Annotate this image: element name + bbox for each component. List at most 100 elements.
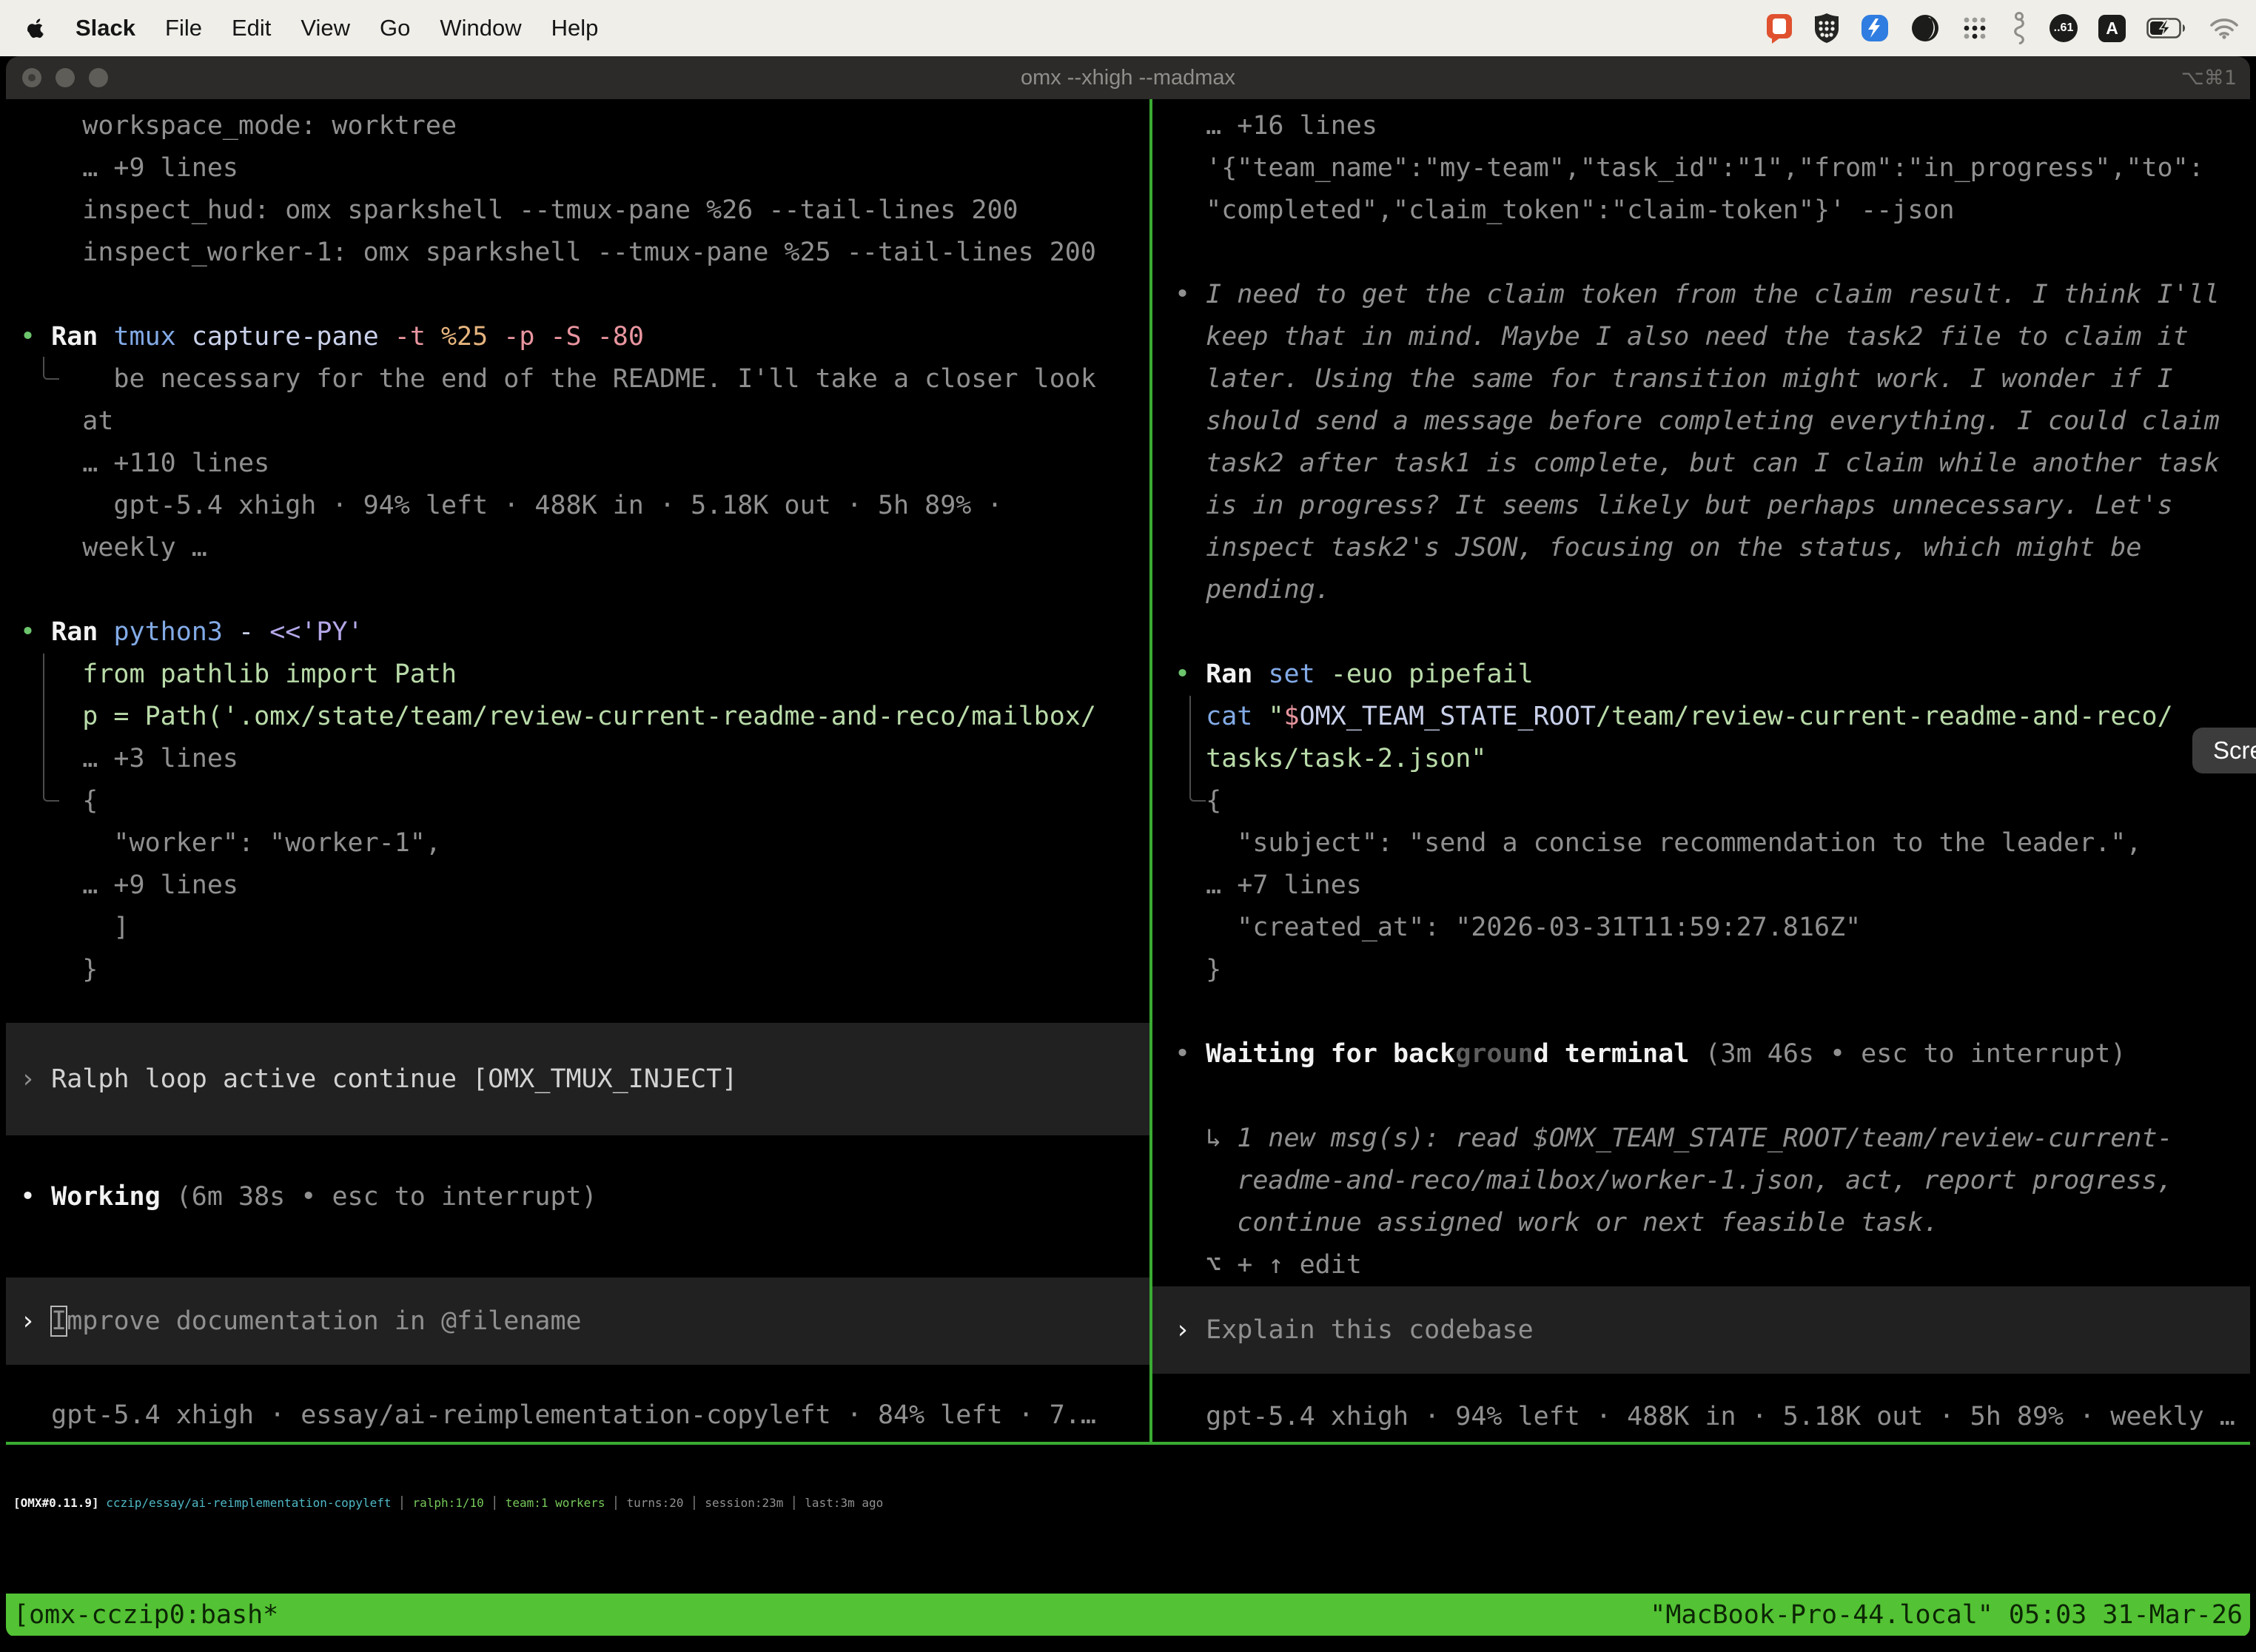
battery-icon[interactable] xyxy=(2146,18,2188,38)
terminal-line: { xyxy=(6,780,1149,822)
terminal-line: • Waiting for background terminal (3m 46… xyxy=(1152,1033,2250,1075)
prompt-input[interactable]: › Explain this codebase xyxy=(1152,1286,2250,1374)
output-connector xyxy=(1189,738,1191,780)
window-title: omx --xhigh --madmax xyxy=(1021,66,1235,90)
terminal-line: gpt-5.4 xhigh · 94% left · 488K in · 5.1… xyxy=(1152,1396,2250,1438)
window-titlebar[interactable]: omx --xhigh --madmax ⌥⌘1 xyxy=(6,56,2250,99)
terminal-line: inspect_hud: omx sparkshell --tmux-pane … xyxy=(6,189,1149,232)
terminal-line: … +16 lines xyxy=(1152,105,2250,147)
terminal-line: be necessary for the end of the README. … xyxy=(6,358,1149,400)
terminal-line: … +9 lines xyxy=(6,147,1149,189)
menu-file[interactable]: File xyxy=(165,15,202,41)
terminal-line: pending. xyxy=(1152,569,2250,611)
terminal-line: is in progress? It seems likely but perh… xyxy=(1152,485,2250,527)
terminal-line: • I need to get the claim token from the… xyxy=(1152,274,2250,316)
output-connector xyxy=(1189,696,1191,738)
menu-edit[interactable]: Edit xyxy=(232,15,271,41)
terminal-line: ⌥ + ↑ edit xyxy=(1152,1244,2250,1286)
terminal-line: inspect_worker-1: omx sparkshell --tmux-… xyxy=(6,232,1149,274)
keyboard-layout-badge[interactable]: A xyxy=(2098,15,2126,42)
zoom-button[interactable] xyxy=(89,68,108,87)
terminal-line: cat "$OMX_TEAM_STATE_ROOT/team/review-cu… xyxy=(1152,696,2250,738)
window-shortcut-hint: ⌥⌘1 xyxy=(2181,67,2237,90)
terminal-gap xyxy=(6,1218,1149,1277)
crescent-icon[interactable] xyxy=(1910,13,1940,43)
menubar-status-icons: ..61 A xyxy=(1765,12,2256,44)
terminal-line: "worker": "worker-1", xyxy=(6,822,1149,864)
terminal-line: weekly … xyxy=(6,527,1149,569)
shield-grid-icon[interactable] xyxy=(1814,13,1839,44)
terminal-line: gpt-5.4 xhigh · essay/ai-reimplementatio… xyxy=(6,1394,1149,1437)
screen-record-icon[interactable] xyxy=(1765,12,1793,44)
minimize-button[interactable] xyxy=(56,68,75,87)
dots-grid-icon[interactable] xyxy=(1961,14,1989,42)
omx-status-line: [OMX#0.11.9] cczip/essay/ai-reimplementa… xyxy=(13,1482,2250,1524)
terminal-line: … +9 lines xyxy=(6,864,1149,907)
menu-help[interactable]: Help xyxy=(551,15,599,41)
terminal-line: keep that in mind. Maybe I also need the… xyxy=(1152,316,2250,358)
tmux-host-clock-label: "MacBook-Pro-44.local" 05:03 31-Mar-26 xyxy=(1650,1600,2243,1630)
terminal-line: later. Using the same for transition mig… xyxy=(1152,358,2250,400)
menubar-menus: File Edit View Go Window Help xyxy=(165,15,598,41)
terminal-line: • Ran set -euo pipefail xyxy=(1152,654,2250,696)
traffic-lights xyxy=(22,56,108,99)
bolt-app-icon[interactable] xyxy=(1860,13,1890,43)
terminal-line xyxy=(1152,1075,2250,1118)
tmux-pane-hud[interactable]: workspace_mode: worktree … +9 lines insp… xyxy=(6,99,1149,1442)
prompt-input[interactable]: › Improve documentation in @filename xyxy=(6,1277,1149,1365)
count-badge[interactable]: ..61 xyxy=(2049,14,2078,42)
terminal-line xyxy=(1152,991,2250,1033)
menu-go[interactable]: Go xyxy=(380,15,410,41)
close-button[interactable] xyxy=(22,68,41,87)
tmux-panes: workspace_mode: worktree … +9 lines insp… xyxy=(6,99,2250,1442)
screen-overlay-label: Scre xyxy=(2213,736,2256,765)
terminal-line: › Ralph loop active continue [OMX_TMUX_I… xyxy=(6,1058,1149,1101)
terminal-line: inspect task2's JSON, focusing on the st… xyxy=(1152,527,2250,569)
inject-message-box[interactable]: › Ralph loop active continue [OMX_TMUX_I… xyxy=(6,1023,1149,1135)
menu-view[interactable]: View xyxy=(301,15,350,41)
menu-app-name[interactable]: Slack xyxy=(75,15,135,41)
terminal-line: workspace_mode: worktree xyxy=(6,105,1149,147)
omx-hud-pane[interactable]: [OMX#0.11.9] cczip/essay/ai-reimplementa… xyxy=(6,1445,2250,1594)
terminal-line: • Working (6m 38s • esc to interrupt) xyxy=(6,1176,1149,1218)
terminal-line: task2 after task1 is complete, but can I… xyxy=(1152,443,2250,485)
terminal-gap xyxy=(6,991,1149,1023)
menubar: Slack File Edit View Go Window Help ..61 A xyxy=(0,0,2256,56)
output-connector xyxy=(43,654,44,696)
terminal-line: "completed","claim_token":"claim-token"}… xyxy=(1152,189,2250,232)
terminal-gap xyxy=(1152,1374,2250,1396)
terminal-line: ↳ 1 new msg(s): read $OMX_TEAM_STATE_ROO… xyxy=(1152,1118,2250,1160)
terminal-line xyxy=(6,274,1149,316)
terminal-line: { xyxy=(1152,780,2250,822)
tmux-pane-worker[interactable]: … +16 lines '{"team_name":"my-team","tas… xyxy=(1152,99,2250,1442)
output-connector xyxy=(43,779,59,802)
terminal-line: • Ran tmux capture-pane -t %25 -p -S -80 xyxy=(6,316,1149,358)
tmux-status-bar: [omx-cczip0:bash* "MacBook-Pro-44.local"… xyxy=(6,1594,2250,1636)
terminal-line xyxy=(6,569,1149,611)
output-connector xyxy=(43,738,44,780)
terminal-line: "created_at": "2026-03-31T11:59:27.816Z" xyxy=(1152,907,2250,949)
terminal-line: "subject": "send a concise recommendatio… xyxy=(1152,822,2250,864)
terminal-line xyxy=(1152,232,2250,274)
terminal-line: … +3 lines xyxy=(6,738,1149,780)
terminal-window: omx --xhigh --madmax ⌥⌘1 workspace_mode:… xyxy=(6,56,2250,1637)
tmux-session-label: [omx-cczip0:bash* xyxy=(13,1600,278,1630)
output-connector xyxy=(1189,779,1206,802)
terminal-line: } xyxy=(6,949,1149,991)
terminal-line: from pathlib import Path xyxy=(6,654,1149,696)
terminal-content: workspace_mode: worktree … +9 lines insp… xyxy=(6,99,2250,1637)
terminal-line: › Improve documentation in @filename xyxy=(6,1300,1149,1343)
menu-window[interactable]: Window xyxy=(440,15,521,41)
count-badge-label: ..61 xyxy=(2054,21,2074,35)
terminal-line: at xyxy=(6,400,1149,443)
terminal-line xyxy=(1152,611,2250,654)
signature-icon[interactable] xyxy=(2010,12,2029,44)
terminal-gap xyxy=(6,1365,1149,1394)
terminal-line: › Explain this codebase xyxy=(1152,1309,2250,1352)
terminal-line: tasks/task-2.json" xyxy=(1152,738,2250,780)
output-connector xyxy=(43,357,59,380)
screen-overlay-button[interactable]: Scre xyxy=(2192,728,2256,773)
wifi-icon[interactable] xyxy=(2209,17,2240,39)
apple-menu-icon[interactable] xyxy=(27,16,46,40)
terminal-line: ] xyxy=(6,907,1149,949)
